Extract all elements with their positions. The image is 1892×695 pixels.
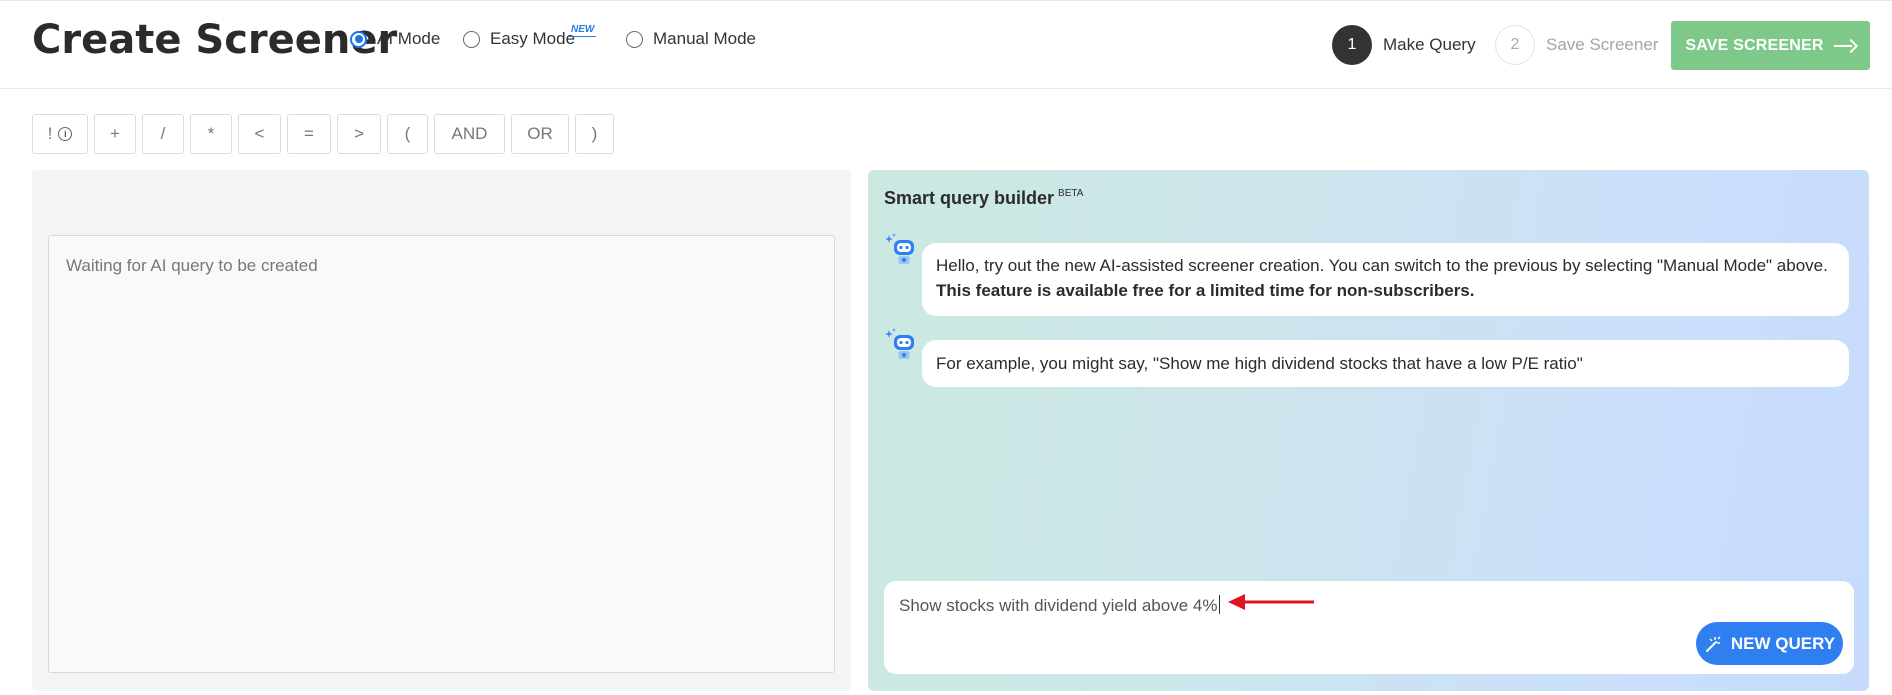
- beta-badge: BETA: [1058, 188, 1084, 199]
- radio-selected-icon[interactable]: [350, 30, 367, 48]
- operator-label: OR: [527, 124, 553, 143]
- magic-wand-icon: [1705, 635, 1721, 652]
- operator-multiply-button[interactable]: *: [190, 114, 232, 154]
- operator-open-paren-button[interactable]: (: [387, 114, 428, 154]
- robot-icon: [885, 233, 914, 264]
- query-editor[interactable]: Waiting for AI query to be created: [48, 235, 835, 673]
- query-input[interactable]: Show stocks with dividend yield above 4%: [899, 595, 1221, 616]
- operator-label: *: [207, 124, 215, 143]
- operator-label: >: [354, 124, 364, 143]
- operator-and-button[interactable]: AND: [434, 114, 505, 154]
- info-icon[interactable]: i: [58, 127, 73, 141]
- operator-greater-than-button[interactable]: >: [337, 114, 381, 154]
- query-input-value: Show stocks with dividend yield above 4%: [899, 596, 1218, 615]
- header: Create Screener AI Mode Easy Mode NEW Ma…: [0, 0, 1892, 89]
- mode-manual-radio[interactable]: Manual Mode: [626, 29, 756, 49]
- arrow-right-icon: [1833, 40, 1856, 52]
- operator-label: (: [404, 124, 411, 143]
- message-bold-text: This feature is available free for a lim…: [936, 281, 1475, 300]
- step-save-screener: 2 Save Screener: [1495, 25, 1658, 65]
- new-query-button[interactable]: NEW QUERY: [1696, 622, 1843, 665]
- step-make-query: 1 Make Query: [1332, 25, 1476, 65]
- operator-label: !: [47, 124, 53, 143]
- smart-query-builder: Smart query builder BETA Hello, try out t…: [868, 170, 1869, 691]
- radio-icon[interactable]: [626, 30, 643, 48]
- mode-ai-radio[interactable]: AI Mode: [350, 29, 440, 49]
- new-query-label: NEW QUERY: [1730, 633, 1836, 653]
- save-screener-label: SAVE SCREENER: [1685, 36, 1824, 54]
- mode-label: AI Mode: [377, 29, 441, 48]
- red-arrow-annotation-icon: [1228, 594, 1314, 610]
- robot-icon: [885, 328, 914, 359]
- builder-title-text: Smart query builder: [884, 188, 1055, 208]
- operator-equals-button[interactable]: =: [287, 114, 331, 154]
- step-number: 1: [1332, 25, 1372, 65]
- save-screener-button[interactable]: SAVE SCREENER: [1671, 21, 1870, 70]
- operator-label: +: [110, 124, 120, 143]
- chat-message: For example, you might say, "Show me hig…: [922, 340, 1849, 387]
- mode-label: Easy Mode: [490, 29, 576, 48]
- builder-title: Smart query builder BETA: [884, 188, 1083, 209]
- operator-not-button[interactable]: ! i: [32, 114, 88, 154]
- operator-plus-button[interactable]: +: [94, 114, 136, 154]
- mode-label: Manual Mode: [653, 29, 757, 48]
- operator-less-than-button[interactable]: <: [238, 114, 281, 154]
- operator-close-paren-button[interactable]: ): [575, 114, 614, 154]
- chat-message: Hello, try out the new AI-assisted scree…: [922, 243, 1849, 316]
- operator-label: /: [160, 124, 166, 143]
- message-text: Hello, try out the new AI-assisted scree…: [936, 256, 1828, 275]
- page-title: Create Screener: [32, 17, 398, 63]
- operator-label: <: [254, 124, 265, 143]
- text-caret: [1219, 595, 1221, 614]
- query-placeholder: Waiting for AI query to be created: [66, 256, 318, 275]
- operator-label: ): [591, 124, 598, 143]
- operator-label: =: [304, 124, 314, 143]
- message-text: For example, you might say, "Show me hig…: [936, 354, 1583, 373]
- mode-easy-radio[interactable]: Easy Mode NEW: [463, 24, 597, 49]
- query-panel: Waiting for AI query to be created: [32, 170, 851, 691]
- step-number: 2: [1495, 25, 1535, 65]
- radio-icon[interactable]: [463, 30, 480, 48]
- operator-toolbar: ! i + / * < = > ( AND OR ): [32, 114, 620, 154]
- operator-label: AND: [451, 124, 488, 143]
- step-label: Save Screener: [1546, 35, 1659, 54]
- step-label: Make Query: [1383, 35, 1476, 54]
- operator-divide-button[interactable]: /: [142, 114, 184, 154]
- query-input-area[interactable]: Show stocks with dividend yield above 4%…: [884, 581, 1854, 674]
- operator-or-button[interactable]: OR: [511, 114, 569, 154]
- new-badge: NEW: [569, 24, 597, 37]
